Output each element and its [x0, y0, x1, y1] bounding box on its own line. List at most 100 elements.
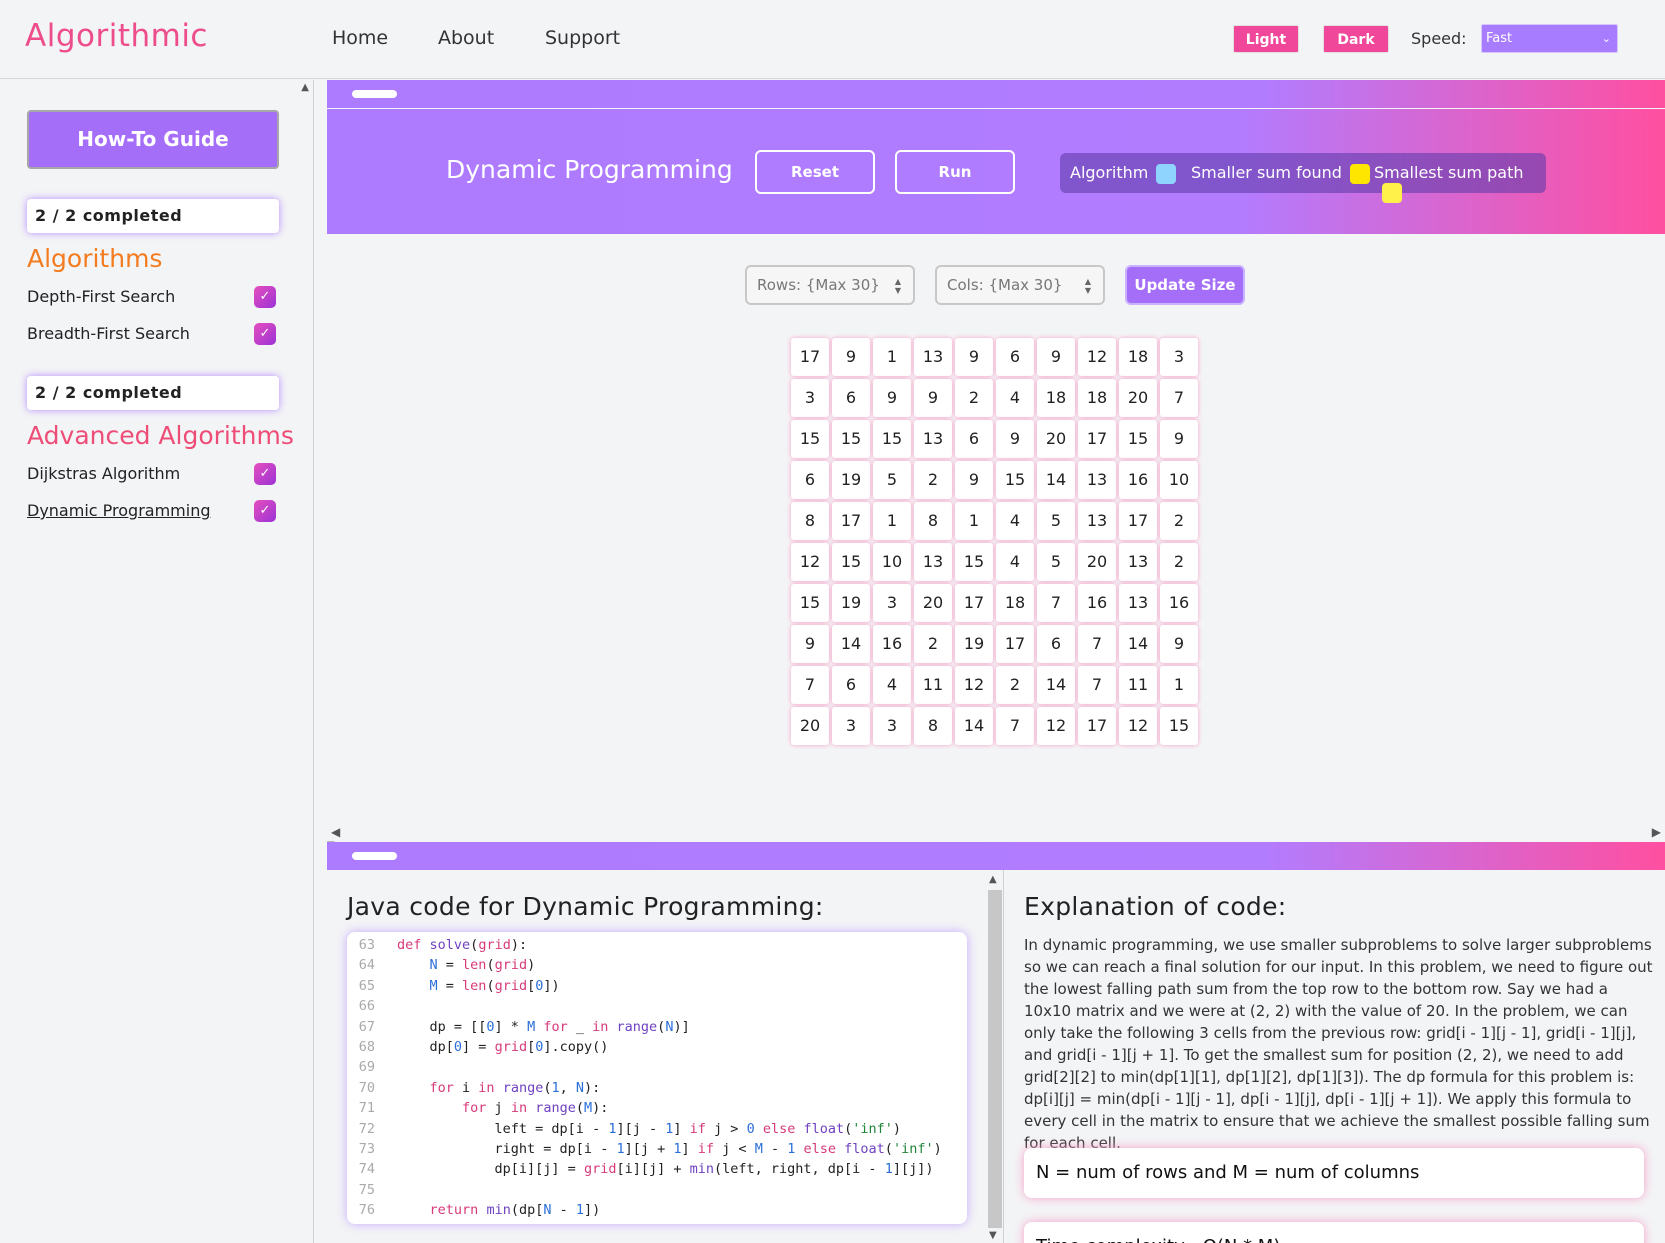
checkbox-checked-icon[interactable]: ✓	[254, 286, 276, 308]
grid-cell[interactable]: 13	[914, 543, 952, 581]
nav-link-home[interactable]: Home	[332, 27, 388, 49]
grid-cell[interactable]: 14	[1037, 461, 1075, 499]
grid-cell[interactable]: 12	[1078, 338, 1116, 376]
grid-cell[interactable]: 15	[1119, 420, 1157, 458]
cols-input[interactable]: Cols: {Max 30} ▲ ▼	[935, 265, 1105, 305]
grid-cell[interactable]: 9	[955, 461, 993, 499]
grid-cell[interactable]: 17	[955, 584, 993, 622]
grid-cell[interactable]: 15	[791, 420, 829, 458]
grid-cell[interactable]: 4	[996, 543, 1034, 581]
grid-cell[interactable]: 3	[873, 584, 911, 622]
grid-cell[interactable]: 17	[996, 625, 1034, 663]
grid-cell[interactable]: 2	[996, 666, 1034, 704]
grid-cell[interactable]: 7	[1078, 625, 1116, 663]
grid-cell[interactable]: 15	[791, 584, 829, 622]
grid-cell[interactable]: 3	[832, 707, 870, 745]
grid-cell[interactable]: 6	[955, 420, 993, 458]
grid-cell[interactable]: 2	[914, 625, 952, 663]
grid-cell[interactable]: 12	[791, 543, 829, 581]
grid-cell[interactable]: 8	[914, 502, 952, 540]
grid-cell[interactable]: 15	[873, 420, 911, 458]
scroll-left-icon[interactable]: ◀	[331, 825, 340, 839]
stepper-icon[interactable]: ▲ ▼	[895, 267, 901, 295]
grid-cell[interactable]: 2	[955, 379, 993, 417]
grid-cell[interactable]: 1	[873, 338, 911, 376]
grid-cell[interactable]: 13	[1078, 502, 1116, 540]
grid-cell[interactable]: 6	[996, 338, 1034, 376]
grid-cell[interactable]: 4	[996, 502, 1034, 540]
sidebar-item-depth-first-search[interactable]: Depth-First Search ✓	[27, 286, 279, 310]
panel-drag-bar[interactable]	[327, 80, 1665, 108]
grid-cell[interactable]: 16	[873, 625, 911, 663]
grid-cell[interactable]: 15	[832, 543, 870, 581]
update-size-button[interactable]: Update Size	[1125, 265, 1245, 305]
nav-link-support[interactable]: Support	[545, 27, 620, 49]
how-to-guide-button[interactable]: How-To Guide	[27, 110, 279, 169]
grid-cell[interactable]: 11	[1119, 666, 1157, 704]
grid-cell[interactable]: 13	[1119, 543, 1157, 581]
grid-cell[interactable]: 18	[1119, 338, 1157, 376]
grid-cell[interactable]: 9	[832, 338, 870, 376]
grid-cell[interactable]: 18	[1078, 379, 1116, 417]
grid-cell[interactable]: 18	[1037, 379, 1075, 417]
checkbox-checked-icon[interactable]: ✓	[254, 500, 276, 522]
grid-cell[interactable]: 17	[1119, 502, 1157, 540]
grid-cell[interactable]: 16	[1119, 461, 1157, 499]
grid-cell[interactable]: 8	[791, 502, 829, 540]
grid-cell[interactable]: 9	[955, 338, 993, 376]
grid-cell[interactable]: 14	[1037, 666, 1075, 704]
grid-cell[interactable]: 15	[1160, 707, 1198, 745]
grid-cell[interactable]: 4	[996, 379, 1034, 417]
grid-cell[interactable]: 9	[1160, 420, 1198, 458]
grid-cell[interactable]: 19	[955, 625, 993, 663]
grid-cell[interactable]: 2	[1160, 502, 1198, 540]
scroll-up-icon[interactable]: ▲	[301, 82, 309, 93]
rows-input[interactable]: Rows: {Max 30} ▲ ▼	[745, 265, 915, 305]
grid-cell[interactable]: 17	[1078, 707, 1116, 745]
brand-logo[interactable]: Algorithmic	[25, 18, 208, 54]
grid-cell[interactable]: 10	[1160, 461, 1198, 499]
grid-cell[interactable]: 14	[955, 707, 993, 745]
grid-cell[interactable]: 6	[791, 461, 829, 499]
sidebar-item-dijkstras-algorithm[interactable]: Dijkstras Algorithm ✓	[27, 463, 279, 487]
grid-cell[interactable]: 13	[1119, 584, 1157, 622]
grid-cell[interactable]: 5	[873, 461, 911, 499]
speed-select[interactable]: Fast ⌄	[1481, 24, 1618, 53]
grid-cell[interactable]: 1	[1160, 666, 1198, 704]
scroll-up-icon[interactable]: ▲	[989, 874, 997, 885]
grid-cell[interactable]: 9	[996, 420, 1034, 458]
grid-cell[interactable]: 17	[832, 502, 870, 540]
grid-cell[interactable]: 5	[1037, 543, 1075, 581]
grid-cell[interactable]: 6	[1037, 625, 1075, 663]
grid-cell[interactable]: 7	[1160, 379, 1198, 417]
panel-drag-bar[interactable]	[327, 842, 1665, 870]
sidebar-item-dynamic-programming[interactable]: Dynamic Programming ✓	[27, 500, 279, 524]
grid-cell[interactable]: 7	[791, 666, 829, 704]
grid-cell[interactable]: 17	[1078, 420, 1116, 458]
grid-cell[interactable]: 2	[1160, 543, 1198, 581]
grid-cell[interactable]: 3	[1160, 338, 1198, 376]
grid-cell[interactable]: 20	[791, 707, 829, 745]
grid-cell[interactable]: 20	[914, 584, 952, 622]
dark-theme-button[interactable]: Dark	[1323, 25, 1389, 53]
stepper-icon[interactable]: ▲ ▼	[1085, 267, 1091, 295]
code-scrollbar[interactable]: ▲ ▼	[987, 872, 1002, 1243]
grid-cell[interactable]: 9	[1160, 625, 1198, 663]
grid-cell[interactable]: 15	[832, 420, 870, 458]
grid-cell[interactable]: 9	[1037, 338, 1075, 376]
grid-cell[interactable]: 13	[1078, 461, 1116, 499]
grid-cell[interactable]: 20	[1119, 379, 1157, 417]
grid-cell[interactable]: 16	[1078, 584, 1116, 622]
grid-cell[interactable]: 8	[914, 707, 952, 745]
grid-cell[interactable]: 19	[832, 461, 870, 499]
drag-handle[interactable]	[352, 852, 397, 860]
drag-handle[interactable]	[352, 90, 397, 98]
nav-link-about[interactable]: About	[438, 27, 494, 49]
grid-cell[interactable]: 17	[791, 338, 829, 376]
scroll-down-icon[interactable]: ▼	[989, 1230, 997, 1241]
grid-cell[interactable]: 9	[791, 625, 829, 663]
grid-cell[interactable]: 15	[955, 543, 993, 581]
grid-cell[interactable]: 12	[1037, 707, 1075, 745]
grid-cell[interactable]: 20	[1037, 420, 1075, 458]
grid-cell[interactable]: 3	[791, 379, 829, 417]
